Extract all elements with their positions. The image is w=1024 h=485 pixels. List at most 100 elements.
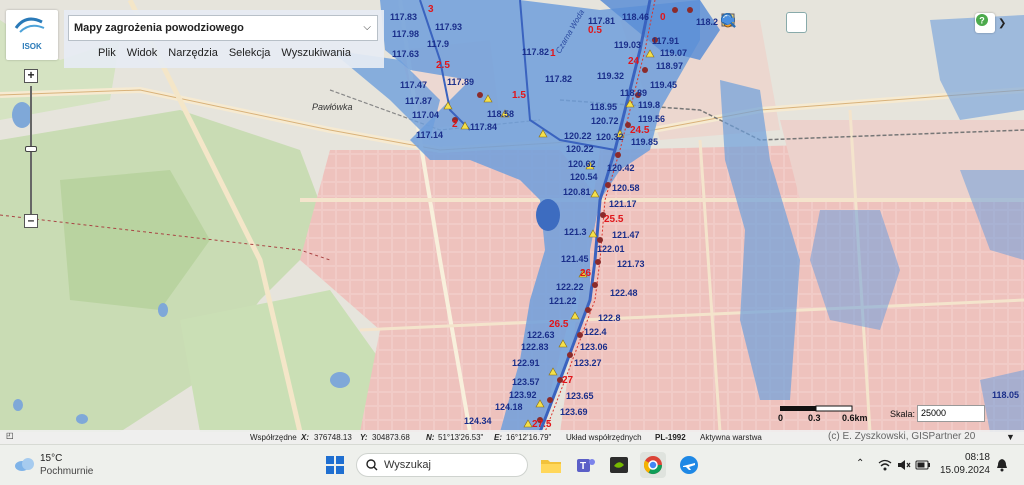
menu-item-selekcja[interactable]: Selekcja xyxy=(229,47,271,59)
file-explorer-button[interactable] xyxy=(538,452,564,478)
header-panel: Mapy zagrożenia powodziowego ⌵ Plik Wido… xyxy=(64,10,384,68)
water-level-label: 120.72 xyxy=(591,116,619,126)
map-toolbar xyxy=(720,12,917,34)
water-level-label: 118.46 xyxy=(622,12,649,22)
scale-bar-graphic xyxy=(780,405,853,412)
zoom-in-tool-button[interactable] xyxy=(721,12,829,33)
menu-item-widok[interactable]: Widok xyxy=(127,47,158,59)
start-button[interactable] xyxy=(322,452,348,478)
water-level-label: 119.32 xyxy=(597,71,624,81)
zoom-extent-button[interactable] xyxy=(721,12,873,33)
wifi-icon[interactable] xyxy=(878,459,892,471)
place-label: Pawłówka xyxy=(312,102,353,112)
water-level-label: 117.84 xyxy=(470,122,497,132)
taskbar-search[interactable]: Wyszukaj xyxy=(356,453,528,477)
lake xyxy=(13,399,23,411)
next-extent-button[interactable] xyxy=(722,12,917,33)
water-level-label: 117.63 xyxy=(392,49,419,59)
chrome-icon xyxy=(643,456,662,475)
isok-logo: ISOK xyxy=(6,10,58,60)
depth-label: 1.5 xyxy=(512,90,526,101)
water-level-label: 119.56 xyxy=(638,114,665,124)
copyright-text: (c) E. Zyszkowski, GISPartner 20 xyxy=(828,431,976,442)
resize-icon[interactable]: ◰ xyxy=(6,431,14,440)
scale-bar-label: 0.6km xyxy=(842,413,868,423)
scale-input[interactable]: 25000 xyxy=(917,405,985,422)
chevron-down-icon[interactable]: ⌵ xyxy=(363,22,371,33)
water-level-label: 120.62 xyxy=(568,159,596,169)
water-level-label: 123.65 xyxy=(566,391,594,401)
help-icon: ? xyxy=(976,14,988,26)
map-selector-value: Mapy zagrożenia powodziowego xyxy=(74,22,244,34)
e-value: 16°12'16.79" xyxy=(506,433,552,442)
water-level-label: 119.85 xyxy=(631,137,658,147)
water-level-label: 117.82 xyxy=(522,47,549,57)
map-canvas[interactable]: Pawłówka Czarna Woda 0.5 2.5 2 1.5 24 24… xyxy=(0,0,1024,432)
identify-button[interactable] xyxy=(721,12,763,33)
water-level-label: 120.32 xyxy=(596,132,624,142)
folder-icon xyxy=(541,460,561,473)
depth-label: 2.5 xyxy=(436,60,450,71)
depth-label: 26.5 xyxy=(549,319,569,330)
zoom-in-button[interactable]: + xyxy=(24,69,38,83)
map-selector[interactable]: Mapy zagrożenia powodziowego ⌵ xyxy=(68,15,378,41)
battery-icon[interactable] xyxy=(915,459,931,471)
y-value: 304873.68 xyxy=(372,433,410,442)
scale-bar-label: 0 xyxy=(778,413,784,423)
depth-label: 25.5 xyxy=(604,214,624,225)
nvidia-button[interactable] xyxy=(606,452,632,478)
svg-text:T: T xyxy=(580,461,586,472)
chrome-button[interactable] xyxy=(640,452,666,478)
cloud-icon xyxy=(15,458,34,471)
depth-label: 1 xyxy=(550,48,556,59)
notification-bell-icon[interactable] xyxy=(996,458,1008,472)
water-level-label: 119.03 xyxy=(614,40,641,50)
system-clock[interactable]: 08:18 15.09.2024 xyxy=(938,451,990,477)
chevron-right-icon[interactable]: ❯ xyxy=(998,18,1006,29)
pan-button[interactable] xyxy=(723,12,807,33)
water-level-label: 119.45 xyxy=(650,80,677,90)
previous-extent-button[interactable] xyxy=(722,12,895,33)
water-level-label: 118.58 xyxy=(487,109,514,119)
chevron-up-icon[interactable]: ⌃ xyxy=(856,458,864,469)
depth-label: 24 xyxy=(628,56,640,67)
water-level-label: 118.95 xyxy=(590,102,617,112)
water-level-label: 117.87 xyxy=(405,96,432,106)
coordinate-system-label: Układ współrzędnych xyxy=(566,433,642,442)
browser-app-button[interactable] xyxy=(676,452,702,478)
depth-label: 27.5 xyxy=(532,419,552,430)
scale-bar: 0 0.3 0.6km xyxy=(778,405,880,427)
depth-label: 24.5 xyxy=(630,125,650,136)
water-level-label: 121.22 xyxy=(549,296,577,306)
coordinate-system-value: PL-1992 xyxy=(655,433,686,442)
windows-icon xyxy=(326,456,344,474)
water-level-label: 123.06 xyxy=(580,342,608,352)
menu-item-plik[interactable]: Plik xyxy=(98,47,116,59)
help-button[interactable]: ? xyxy=(975,13,995,33)
lake xyxy=(158,303,168,317)
chevron-down-icon[interactable]: ▼ xyxy=(1006,432,1015,442)
menu-item-narzedzia[interactable]: Narzędzia xyxy=(168,47,218,59)
volume-muted-icon[interactable] xyxy=(897,459,911,471)
water-level-label: 122.48 xyxy=(610,288,638,298)
airplane-icon xyxy=(680,456,698,474)
coordinate-bar: ◰ Współrzędne X: 376748.13 Y: 304873.68 … xyxy=(0,430,1024,444)
print-map-button[interactable] xyxy=(721,12,785,33)
water-level-label: 121.73 xyxy=(617,259,645,269)
clock-time: 08:18 xyxy=(964,452,990,463)
water-level-label: 117.93 xyxy=(435,22,462,32)
zoom-slider-handle[interactable] xyxy=(25,146,37,152)
menu-item-wyszukiwania[interactable]: Wyszukiwania xyxy=(281,47,351,59)
water-level-label: 117.14 xyxy=(416,130,443,140)
water-level-label: 117.04 xyxy=(412,110,439,120)
zoom-out-button[interactable]: – xyxy=(24,214,38,228)
zoom-track[interactable] xyxy=(25,86,37,214)
teams-button[interactable]: T xyxy=(572,452,598,478)
water-level-label: 117.9 xyxy=(427,39,449,49)
isok-logo-icon xyxy=(14,17,45,33)
water-level-label: 118.2 xyxy=(696,17,718,27)
scale-label: Skala: xyxy=(890,409,916,419)
zoom-out-tool-button[interactable] xyxy=(721,12,851,33)
active-layer-label: Aktywna warstwa xyxy=(700,433,762,442)
water-level-label: 117.89 xyxy=(447,77,474,87)
